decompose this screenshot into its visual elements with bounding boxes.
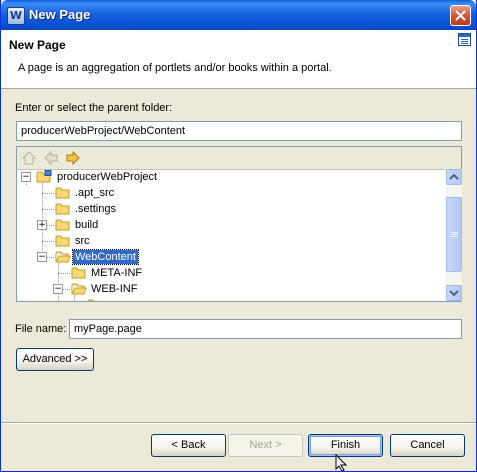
tree-item[interactable]: .apt_src — [17, 185, 445, 201]
tree-item-label: .apt_src — [75, 187, 115, 199]
folder-icon — [55, 219, 70, 231]
tree-item-label: producerWebProject — [57, 171, 158, 183]
collapse-toggle[interactable]: − — [37, 252, 47, 262]
window-title: New Page — [29, 7, 91, 22]
scroll-down-button[interactable] — [446, 285, 462, 301]
collapse-toggle[interactable]: − — [21, 172, 31, 182]
folder-icon — [55, 187, 70, 199]
title-bar[interactable]: W New Page — [1, 0, 476, 30]
page-description: A page is an aggregation of portlets and… — [18, 62, 332, 74]
forward-arrow-icon[interactable] — [65, 150, 81, 166]
parent-folder-label: Enter or select the parent folder: — [15, 102, 173, 114]
close-button[interactable] — [450, 5, 471, 26]
scroll-up-button[interactable] — [446, 169, 462, 185]
next-button[interactable]: Next > — [228, 434, 303, 457]
mouse-cursor-icon — [335, 454, 348, 471]
home-icon[interactable] — [21, 150, 37, 166]
back-button[interactable]: < Back — [151, 434, 226, 457]
cancel-button[interactable]: Cancel — [390, 434, 465, 457]
project-folder-icon — [36, 170, 52, 183]
parent-folder-input[interactable]: producerWebProject/WebContent — [16, 121, 462, 141]
folder-icon — [71, 267, 86, 279]
button-bar-separator — [1, 422, 476, 424]
tree-toolbar — [17, 147, 461, 170]
tree-item-selected[interactable]: − WebContent — [17, 249, 445, 265]
tree-item-label: .settings — [75, 203, 116, 215]
tree-item[interactable]: − producerWebProject — [17, 169, 445, 185]
open-folder-icon — [55, 251, 71, 263]
tree-item[interactable]: .settings — [17, 201, 445, 217]
tree-item-label: META-INF — [91, 267, 143, 279]
tree-item[interactable]: + build — [17, 217, 445, 233]
folder-tree-panel: − producerWebProject .apt_src .settings … — [16, 146, 462, 302]
tree-item[interactable]: − WEB-INF — [17, 281, 445, 297]
tree-item-label: WebContent — [72, 249, 139, 265]
expand-toggle[interactable]: + — [37, 220, 47, 230]
new-page-dialog: W New Page New Page A page is an aggrega… — [0, 0, 477, 472]
tree-item-label: build — [75, 219, 99, 231]
open-folder-icon — [71, 283, 87, 295]
chevron-down-icon — [449, 290, 459, 297]
tree-item[interactable]: src — [17, 233, 445, 249]
tree-item[interactable]: META-INF — [17, 265, 445, 281]
advanced-button[interactable]: Advanced >> — [16, 348, 94, 371]
scroll-thumb[interactable] — [446, 197, 462, 272]
back-arrow-icon[interactable] — [43, 150, 59, 166]
folder-icon — [87, 299, 95, 301]
file-name-label: File name: — [15, 323, 67, 335]
collapse-toggle[interactable]: − — [53, 284, 63, 294]
wizard-header: New Page A page is an aggregation of por… — [1, 30, 476, 89]
folder-icon — [55, 235, 70, 247]
tree-vertical-scrollbar[interactable] — [446, 169, 462, 301]
file-name-input[interactable]: myPage.page — [69, 319, 462, 339]
folder-icon — [55, 203, 70, 215]
wizard-banner-icon — [458, 33, 471, 46]
tree-item[interactable] — [17, 297, 445, 301]
folder-tree[interactable]: − producerWebProject .apt_src .settings … — [17, 169, 445, 301]
close-icon — [455, 10, 466, 21]
page-title: New Page — [9, 38, 66, 52]
chevron-up-icon — [449, 173, 459, 180]
tree-item-label: src — [75, 235, 90, 247]
app-icon: W — [7, 7, 25, 25]
tree-item-label: WEB-INF — [91, 283, 138, 295]
